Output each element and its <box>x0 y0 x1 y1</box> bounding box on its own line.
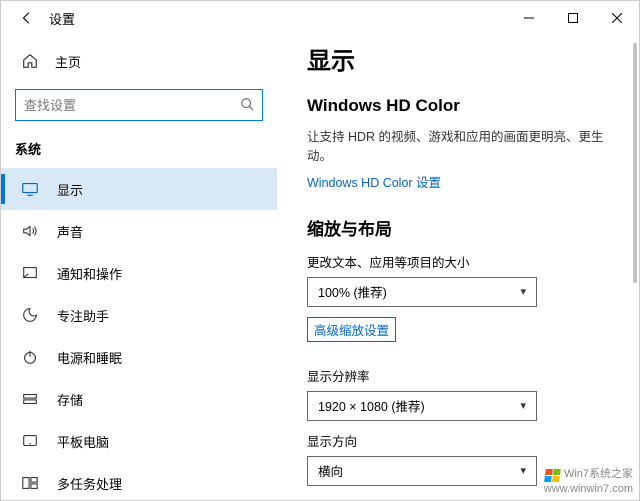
sidebar-item-tablet[interactable]: 平板电脑 <box>1 420 277 462</box>
home-link[interactable]: 主页 <box>1 43 277 79</box>
scale-select[interactable]: 100% (推荐) ▾ <box>307 277 537 307</box>
home-icon <box>21 52 39 70</box>
search-icon <box>240 97 254 114</box>
scale-heading: 缩放与布局 <box>307 215 609 240</box>
search-input-container[interactable] <box>15 89 263 121</box>
hdcolor-settings-link[interactable]: Windows HD Color 设置 <box>307 172 609 191</box>
section-system-label: 系统 <box>1 139 277 168</box>
sidebar-item-power[interactable]: 电源和睡眠 <box>1 336 277 378</box>
sidebar-item-label: 显示 <box>57 180 83 199</box>
sidebar-item-label: 电源和睡眠 <box>57 348 122 367</box>
orientation-select[interactable]: 横向 ▾ <box>307 456 537 486</box>
close-button[interactable] <box>595 1 639 35</box>
chevron-down-icon: ▾ <box>520 399 526 412</box>
scale-value: 100% (推荐) <box>318 282 387 301</box>
maximize-button[interactable] <box>551 1 595 35</box>
resolution-value: 1920 × 1080 (推荐) <box>318 396 425 415</box>
sidebar-item-label: 声音 <box>57 222 83 241</box>
resolution-select[interactable]: 1920 × 1080 (推荐) ▾ <box>307 391 537 421</box>
chevron-down-icon: ▾ <box>520 464 526 477</box>
sidebar-item-sound[interactable]: 声音 <box>1 210 277 252</box>
orientation-label: 显示方向 <box>307 431 609 450</box>
sidebar-item-label: 通知和操作 <box>57 264 122 283</box>
sidebar-item-focus[interactable]: 专注助手 <box>1 294 277 336</box>
hdcolor-description: 让支持 HDR 的视频、游戏和应用的画面更明亮、更生动。 <box>307 128 609 166</box>
scale-label: 更改文本、应用等项目的大小 <box>307 252 609 271</box>
sidebar-item-display[interactable]: 显示 <box>1 168 277 210</box>
home-label: 主页 <box>55 52 81 71</box>
sidebar-item-notifications[interactable]: 通知和操作 <box>1 252 277 294</box>
scrollbar[interactable] <box>633 43 637 283</box>
sidebar-item-label: 专注助手 <box>57 306 109 325</box>
tablet-icon <box>21 432 39 450</box>
display-icon <box>21 180 39 198</box>
sidebar-item-storage[interactable]: 存储 <box>1 378 277 420</box>
chevron-down-icon: ▾ <box>520 285 526 298</box>
notifications-icon <box>21 264 39 282</box>
content-area: 显示 Windows HD Color 让支持 HDR 的视频、游戏和应用的画面… <box>277 35 639 500</box>
sidebar-item-label: 平板电脑 <box>57 432 109 451</box>
search-input[interactable] <box>24 98 240 113</box>
focus-icon <box>21 306 39 324</box>
sidebar-item-label: 多任务处理 <box>57 474 122 493</box>
hdcolor-heading: Windows HD Color <box>307 96 609 116</box>
power-icon <box>21 348 39 366</box>
multitask-icon <box>21 474 39 492</box>
sidebar-item-label: 存储 <box>57 390 83 409</box>
minimize-button[interactable] <box>507 1 551 35</box>
storage-icon <box>21 390 39 408</box>
resolution-label: 显示分辨率 <box>307 366 609 385</box>
sidebar: 主页 系统 显示 声音 <box>1 35 277 500</box>
page-title: 显示 <box>307 41 609 76</box>
advanced-scaling-link[interactable]: 高级缩放设置 <box>307 317 396 342</box>
back-button[interactable] <box>9 1 45 35</box>
orientation-value: 横向 <box>318 461 343 480</box>
sound-icon <box>21 222 39 240</box>
window-title: 设置 <box>49 9 507 28</box>
sidebar-item-multitask[interactable]: 多任务处理 <box>1 462 277 500</box>
